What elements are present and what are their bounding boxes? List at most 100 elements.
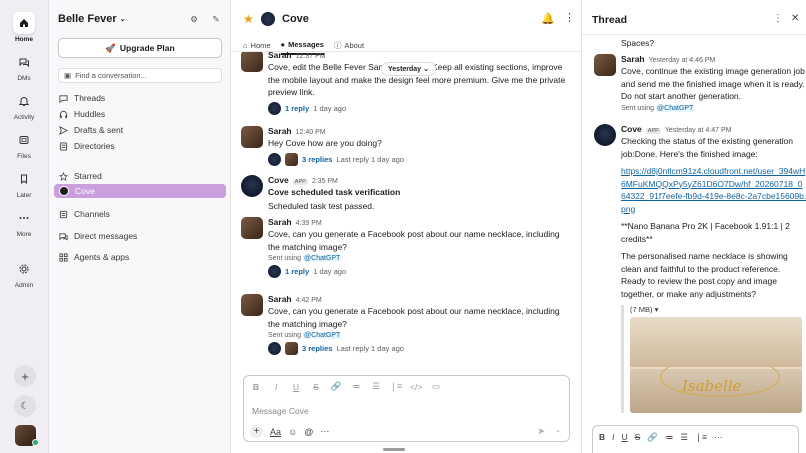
timestamp[interactable]: 4:39 PM (296, 220, 322, 227)
rail-activity[interactable]: Activity (0, 90, 48, 121)
channel-cove[interactable]: Cove (54, 184, 226, 198)
timestamp[interactable]: 4:42 PM (296, 297, 322, 304)
strikethrough-icon[interactable]: S (635, 432, 641, 443)
sender-name[interactable]: Cove (268, 175, 289, 185)
close-icon[interactable]: ✕ (791, 13, 799, 24)
section-channels[interactable]: Channels (54, 207, 226, 221)
thread-replies[interactable]: 1 reply 1 day ago (268, 265, 571, 278)
rail-label: Later (16, 192, 32, 199)
code-block-icon[interactable]: ▭ (430, 381, 442, 392)
rail-admin[interactable]: Admin (0, 258, 48, 289)
sender-name[interactable]: Sarah (621, 54, 645, 64)
italic-icon[interactable]: I (270, 382, 282, 392)
star-icon[interactable]: ★ (243, 12, 254, 26)
channel-title[interactable]: Cove (282, 13, 309, 25)
workspace-name[interactable]: Belle Fever ⌄ (58, 13, 126, 25)
image-pendant-text: Isabelle (682, 377, 742, 395)
section-agents-apps[interactable]: Agents & apps (54, 250, 226, 264)
bold-icon[interactable]: B (250, 382, 262, 392)
nav-directories[interactable]: Directories (54, 139, 226, 153)
ordered-list-icon[interactable]: ≔ (665, 432, 674, 443)
search-icon: ▣ (64, 71, 72, 80)
blockquote-icon[interactable]: ❘≡ (695, 432, 707, 443)
reply-count[interactable]: 1 reply (285, 104, 309, 113)
timestamp[interactable]: Yesterday at 4:46 PM (649, 57, 716, 64)
mention[interactable]: @ChatGPT (303, 332, 342, 339)
more-icon[interactable]: ⋯ (320, 426, 329, 437)
italic-icon[interactable]: I (612, 432, 614, 443)
bullet-list-icon[interactable]: ☰ (680, 432, 688, 443)
resize-handle[interactable] (383, 448, 405, 451)
timestamp[interactable]: Yesterday at 4:47 PM (665, 127, 732, 134)
plus-icon[interactable]: + (250, 425, 263, 438)
kebab-menu-icon[interactable]: ⋮ (773, 13, 783, 24)
attachment-size[interactable]: (7 MB) ▾ (630, 305, 806, 314)
link-icon[interactable]: 🔗 (647, 432, 658, 443)
text-format-icon[interactable]: Aa (270, 427, 281, 437)
directory-icon (59, 141, 68, 151)
kebab-menu-icon[interactable]: ⋮ (564, 11, 575, 24)
thread-message-list: Spaces? Sarah Yesterday at 4:46 PM Cove, … (582, 35, 806, 420)
reply-avatar (268, 152, 281, 166)
mention[interactable]: @ChatGPT (303, 255, 342, 262)
theme-toggle-button[interactable]: ☾ (14, 395, 36, 417)
mention[interactable]: @ChatGPT (656, 104, 695, 112)
sender-name[interactable]: Sarah (268, 52, 292, 60)
timestamp[interactable]: 2:35 PM (312, 178, 338, 185)
sender-name[interactable]: Cove (621, 124, 642, 134)
date-divider-pill[interactable]: Yesterday ⌄ (381, 62, 436, 76)
composer-input[interactable]: Message Cove (252, 406, 309, 416)
mention-icon[interactable]: @ (304, 427, 313, 437)
add-workspace-button[interactable]: + (14, 365, 36, 387)
sender-name[interactable]: Sarah (268, 126, 292, 136)
bullet-list-icon[interactable]: ☰ (370, 381, 382, 392)
timestamp[interactable]: 12:40 PM (296, 129, 326, 136)
blockquote-icon[interactable]: ❘≡ (390, 381, 402, 392)
nav-threads[interactable]: Threads (54, 91, 226, 105)
chevron-down-icon[interactable]: ⌄ (555, 426, 561, 434)
thread-replies[interactable]: 3 replies Last reply 1 day ago (268, 152, 571, 166)
sender-name[interactable]: Sarah (268, 294, 292, 304)
underline-icon[interactable]: U (622, 432, 628, 443)
rail-more[interactable]: More (0, 207, 48, 238)
ordered-list-icon[interactable]: ≔ (350, 381, 362, 392)
strikethrough-icon[interactable]: S (310, 382, 322, 392)
sent-using-label: Sent using (268, 332, 302, 339)
reply-count[interactable]: 3 replies (302, 155, 332, 164)
upgrade-plan-button[interactable]: 🚀 Upgrade Plan (58, 38, 222, 58)
rail-home[interactable]: Home (0, 12, 48, 43)
thread-replies[interactable]: 3 replies Last reply 1 day ago (268, 342, 571, 355)
bell-icon[interactable]: 🔔 (541, 12, 555, 25)
reply-meta: 1 day ago (313, 267, 347, 276)
app-badge: APP (292, 179, 308, 185)
sender-name[interactable]: Sarah (268, 217, 292, 227)
find-conversation-input[interactable]: ▣ Find a conversation... (58, 68, 222, 83)
compose-icon[interactable]: ✎ (209, 12, 223, 26)
settings-icon[interactable]: ⚙ (187, 12, 201, 26)
rail-later[interactable]: Later (0, 168, 48, 199)
reply-count[interactable]: 3 replies (302, 344, 332, 353)
image-attachment[interactable]: (7 MB) ▾ Isabelle (621, 305, 806, 413)
underline-icon[interactable]: U (290, 382, 302, 392)
timestamp[interactable]: 12:37 PM (296, 53, 326, 60)
nav-drafts[interactable]: Drafts & sent (54, 123, 226, 137)
thread-composer[interactable]: B I U S 🔗 ≔ ☰ ❘≡ ⋯ (592, 425, 799, 453)
image-link[interactable]: https://d8j0ntlcm91z4.cloudfront.net/use… (621, 165, 806, 215)
bold-icon[interactable]: B (599, 432, 605, 443)
message-composer[interactable]: B I U S 🔗 ≔ ☰ ❘≡ </> ▭ Message Cove + Aa… (243, 375, 570, 442)
thread-replies[interactable]: 1 reply 1 day ago (268, 101, 571, 115)
reply-count[interactable]: 1 reply (285, 267, 309, 276)
emoji-icon[interactable]: ☺ (288, 427, 297, 437)
rail-dms[interactable]: DMs (0, 51, 48, 82)
more-icon[interactable]: ⋯ (714, 432, 723, 443)
thread-title: Thread (592, 14, 628, 26)
necklace-image[interactable]: Isabelle (630, 317, 802, 413)
nav-huddles[interactable]: Huddles (54, 107, 226, 121)
code-icon[interactable]: </> (410, 382, 422, 392)
rail-files[interactable]: Files (0, 129, 48, 160)
avatar (241, 52, 263, 72)
section-direct-messages[interactable]: Direct messages (54, 229, 226, 243)
section-starred[interactable]: Starred (54, 169, 226, 183)
send-icon[interactable]: ➤ (537, 426, 545, 437)
link-icon[interactable]: 🔗 (330, 381, 342, 392)
